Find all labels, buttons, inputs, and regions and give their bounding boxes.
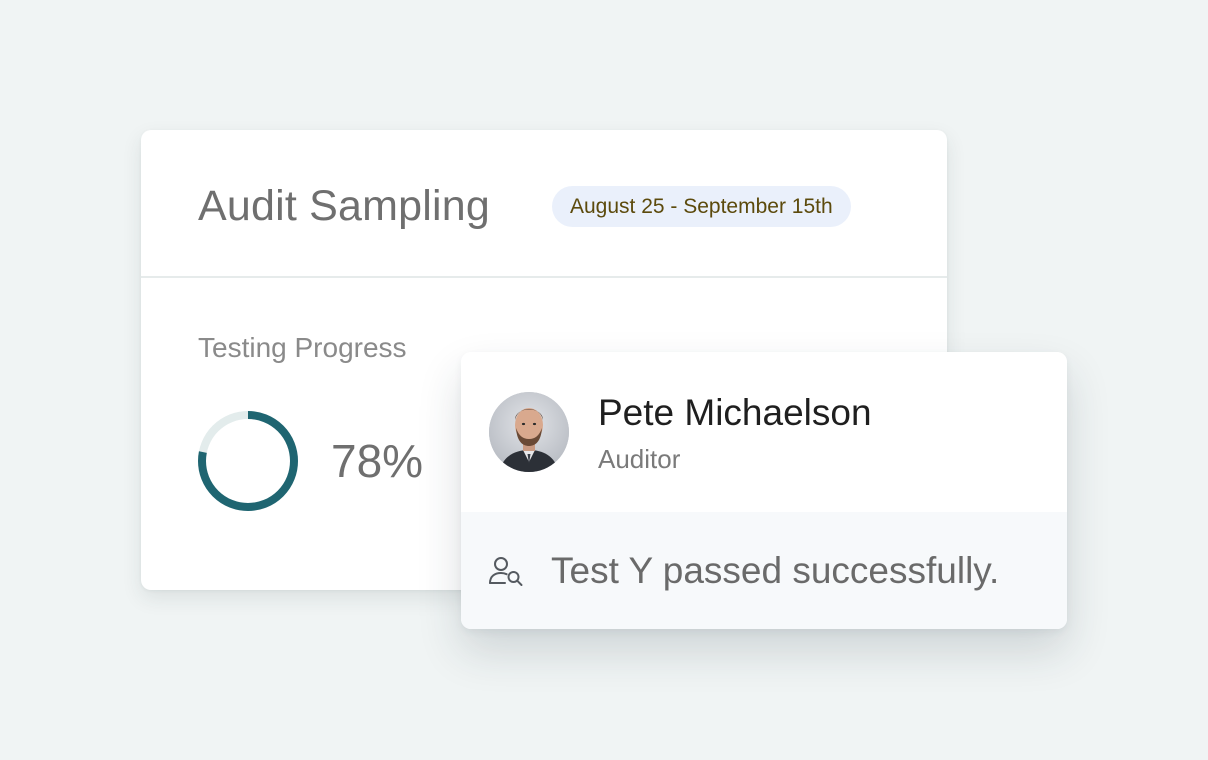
date-range-badge: August 25 - September 15th [552, 186, 851, 227]
user-search-icon [489, 557, 523, 586]
stage: Audit Sampling August 25 - September 15t… [0, 0, 1208, 760]
notification-header: Pete Michaelson Auditor [461, 352, 1067, 512]
notification-message-row: Test Y passed successfully. [461, 512, 1067, 629]
avatar [489, 392, 569, 472]
progress-ring [198, 411, 298, 511]
person-name: Pete Michaelson [598, 392, 872, 433]
audit-header: Audit Sampling August 25 - September 15t… [141, 130, 947, 278]
notification-card: Pete Michaelson Auditor Test Y passed su… [461, 352, 1067, 629]
audit-title: Audit Sampling [198, 182, 491, 230]
notification-message: Test Y passed successfully. [551, 550, 1000, 591]
progress-label: Testing Progress [198, 332, 407, 363]
person-role: Auditor [598, 444, 681, 474]
avatar-photo [489, 392, 569, 472]
progress-value: 78% [331, 435, 424, 487]
